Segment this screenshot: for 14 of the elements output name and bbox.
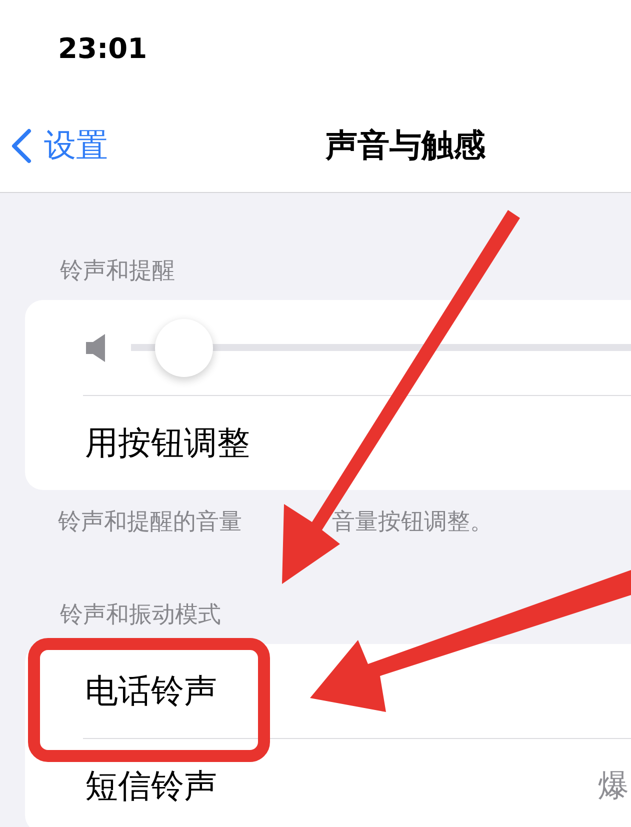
chevron-left-icon <box>10 128 32 164</box>
section-footer: 铃声和提醒的音量 <box>58 506 242 537</box>
row-label[interactable]: 用按钮调整 <box>85 420 250 466</box>
section-header: 铃声和提醒 <box>60 257 175 286</box>
slider-thumb[interactable] <box>155 318 213 376</box>
row-value: 爆 <box>598 767 629 806</box>
speaker-icon <box>85 332 107 362</box>
row-label[interactable]: 短信铃声 <box>85 764 217 808</box>
row-label[interactable]: 电话铃声 <box>85 668 217 714</box>
section-header: 铃声和振动模式 <box>60 601 221 630</box>
status-time: 23:01 <box>58 32 148 64</box>
back-button[interactable]: 设置 <box>0 124 108 168</box>
page-title: 声音与触感 <box>324 125 486 166</box>
section-footer: 音量按钮调整。 <box>332 506 493 537</box>
